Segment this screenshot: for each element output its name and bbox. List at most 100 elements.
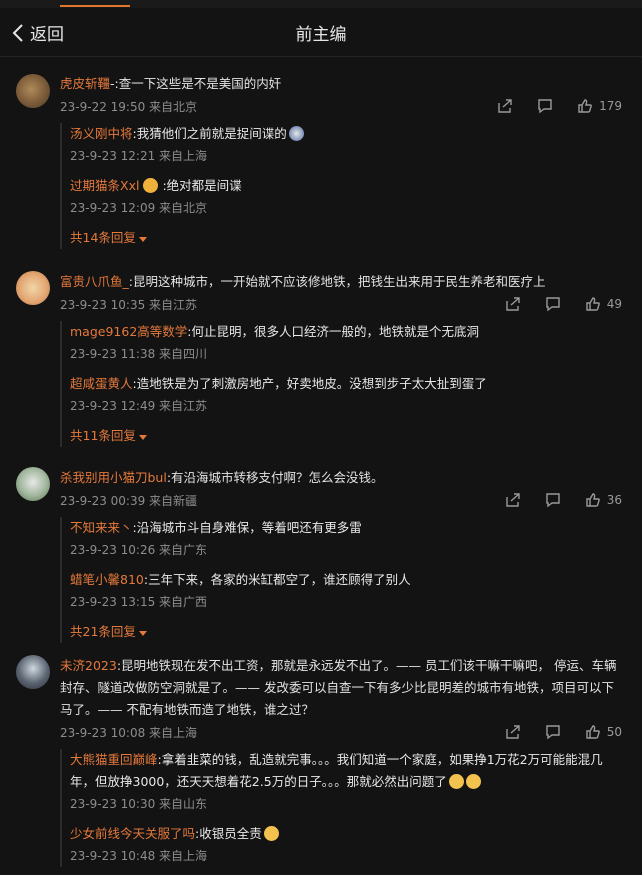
comment-icon: [538, 99, 552, 114]
comment-text: 富贵八爪鱼_:昆明这种城市，一开始就不应该修地铁，把钱生出来用于民生养老和医疗上: [60, 271, 622, 293]
comment-meta: 23-9-22 19:50 来自北京 179: [60, 95, 622, 117]
emoji-icon: [288, 126, 304, 141]
like-count: 49: [606, 297, 622, 311]
like-icon: [586, 725, 600, 739]
cat-emoji-icon: [448, 774, 464, 789]
reply-item: 大熊猫重回巅峰:拿着韭菜的钱，乱造就完事。。。我们知道一个家庭，如果挣1万花2万…: [70, 749, 622, 815]
reply-username[interactable]: 汤义刚中将: [70, 126, 133, 141]
share-button[interactable]: [505, 492, 521, 508]
header-bar: 返回 前主编: [0, 8, 642, 56]
cat-emoji-icon: [465, 774, 481, 789]
more-replies-link[interactable]: 共14条回复: [70, 227, 622, 249]
reply-item: 过期猫条Xxl :绝对都是间谍 23-9-23 12:09 来自北京: [70, 175, 622, 219]
comment-button[interactable]: [545, 296, 561, 312]
share-icon: [506, 493, 520, 507]
avatar[interactable]: [16, 271, 50, 305]
comment-text: 杀我别用小猫刀bul:有沿海城市转移支付啊？怎么会没钱。: [60, 467, 622, 489]
avatar[interactable]: [16, 655, 50, 689]
comment-body: :有沿海城市转移支付啊？怎么会没钱。: [166, 470, 384, 485]
comment-username[interactable]: 杀我别用小猫刀bul: [60, 470, 167, 485]
vip-badge-icon: [143, 178, 159, 193]
comment-feed: 虎皮斩韁-:查一下这些是不是美国的内奸 23-9-22 19:50 来自北京 1…: [0, 57, 642, 875]
comment-button[interactable]: [545, 492, 561, 508]
like-icon: [578, 99, 592, 113]
top-accent-bar: [60, 5, 130, 7]
comment-date: 23-9-23 00:39 来自新疆: [60, 493, 198, 508]
reply-list: 大熊猫重回巅峰:拿着韭菜的钱，乱造就完事。。。我们知道一个家庭，如果挣1万花2万…: [60, 749, 622, 867]
share-icon: [498, 99, 512, 113]
comment-button[interactable]: [537, 98, 553, 114]
chevron-down-icon: [138, 236, 147, 242]
reply-username[interactable]: 超咸蛋黄人: [70, 376, 133, 391]
reply-username[interactable]: mage9162高等数学: [70, 324, 187, 339]
comment-body: -:查一下这些是不是美国的内奸: [110, 76, 282, 91]
reply-list: mage9162高等数学:何止昆明，很多人口经济一般的，地铁就是个无底洞 23-…: [60, 321, 622, 447]
reply-username[interactable]: 不知来来丶: [70, 520, 133, 535]
top-status-strip: [0, 0, 642, 8]
reply-text: :收银员全责: [195, 826, 262, 841]
comment-meta: 23-9-23 10:35 来自江苏 49: [60, 293, 622, 315]
reply-item: 超咸蛋黄人:造地铁是为了刺激房地产，好卖地皮。没想到步子太大扯到蛋了 23-9-…: [70, 373, 622, 417]
comment-icon: [546, 725, 560, 740]
reply-username[interactable]: 大熊猫重回巅峰: [70, 752, 158, 767]
more-replies-label: 共21条回复: [70, 624, 136, 639]
reply-item: 不知来来丶:沿海城市斗自身难保，等着吧还有更多雷 23-9-23 10:26 来…: [70, 517, 622, 561]
reply-list: 不知来来丶:沿海城市斗自身难保，等着吧还有更多雷 23-9-23 10:26 来…: [60, 517, 622, 643]
comment-username[interactable]: 虎皮斩韁: [60, 76, 110, 91]
reply-item: 蜡笔小馨810:三年下来，各家的米缸都空了，谁还顾得了别人 23-9-23 13…: [70, 569, 622, 613]
share-button[interactable]: [505, 296, 521, 312]
like-count: 179: [599, 99, 622, 113]
avatar[interactable]: [16, 74, 50, 108]
reply-meta: 23-9-23 12:09 来自北京: [70, 201, 208, 215]
comment-button[interactable]: [545, 724, 561, 740]
comment-date: 23-9-22 19:50 来自北京: [60, 99, 198, 114]
more-replies-link[interactable]: 共11条回复: [70, 425, 622, 447]
page-title: 前主编: [295, 25, 347, 45]
like-button[interactable]: 50: [585, 724, 622, 740]
reply-username[interactable]: 少女前线今天关服了吗: [70, 826, 195, 841]
reply-text: :我猜他们之前就是捉间谍的: [132, 126, 287, 141]
avatar[interactable]: [16, 467, 50, 501]
cat-emoji-icon: [263, 826, 279, 841]
chevron-down-icon: [138, 630, 147, 636]
reply-username[interactable]: 蜡笔小馨810: [70, 572, 144, 587]
comment-icon: [546, 493, 560, 508]
share-button[interactable]: [497, 98, 513, 114]
share-icon: [506, 725, 520, 739]
comment-username[interactable]: 富贵八爪鱼_: [60, 274, 129, 289]
reply-meta: 23-9-23 10:48 来自上海: [70, 849, 208, 863]
reply-meta: 23-9-23 12:21 来自上海: [70, 149, 208, 163]
reply-meta: 23-9-23 11:38 来自四川: [70, 347, 208, 361]
comment-date: 23-9-23 10:35 来自江苏: [60, 297, 198, 312]
like-button[interactable]: 179: [577, 98, 622, 114]
like-count: 50: [606, 725, 622, 739]
reply-text: :造地铁是为了刺激房地产，好卖地皮。没想到步子太大扯到蛋了: [132, 376, 487, 391]
like-icon: [586, 493, 600, 507]
share-icon: [506, 297, 520, 311]
like-button[interactable]: 49: [585, 296, 622, 312]
share-button[interactable]: [505, 724, 521, 740]
comment-text: 未济2023:昆明地铁现在发不出工资，那就是永远发不出了。—— 员工们该干嘛干嘛…: [60, 655, 622, 721]
more-replies-link[interactable]: 共21条回复: [70, 621, 622, 643]
reply-text: :何止昆明，很多人口经济一般的，地铁就是个无底洞: [187, 324, 479, 339]
comment-username[interactable]: 未济2023: [60, 658, 117, 673]
comment-date: 23-9-23 10:08 来自上海: [60, 725, 198, 740]
comment-item: 富贵八爪鱼_:昆明这种城市，一开始就不应该修地铁，把钱生出来用于民生养老和医疗上…: [0, 263, 642, 453]
like-button[interactable]: 36: [585, 492, 622, 508]
reply-meta: 23-9-23 12:49 来自江苏: [70, 399, 208, 413]
reply-meta: 23-9-23 13:15 来自广西: [70, 595, 208, 609]
reply-text: :绝对都是间谍: [162, 178, 242, 193]
comment-item: 未济2023:昆明地铁现在发不出工资，那就是永远发不出了。—— 员工们该干嘛干嘛…: [0, 643, 642, 867]
comment-item: 杀我别用小猫刀bul:有沿海城市转移支付啊？怎么会没钱。 23-9-23 00:…: [0, 453, 642, 643]
comment-icon: [546, 297, 560, 312]
like-count: 36: [606, 493, 622, 507]
reply-username[interactable]: 过期猫条Xxl: [70, 178, 139, 193]
comment-body: :昆明这种城市，一开始就不应该修地铁，把钱生出来用于民生养老和医疗上: [128, 274, 546, 289]
like-icon: [586, 297, 600, 311]
reply-text: :三年下来，各家的米缸都空了，谁还顾得了别人: [143, 572, 411, 587]
more-replies-label: 共14条回复: [70, 230, 136, 245]
reply-list: 汤义刚中将:我猜他们之前就是捉间谍的 23-9-23 12:21 来自上海 过期…: [60, 123, 622, 249]
reply-meta: 23-9-23 10:26 来自广东: [70, 543, 208, 557]
reply-item: mage9162高等数学:何止昆明，很多人口经济一般的，地铁就是个无底洞 23-…: [70, 321, 622, 365]
reply-item: 汤义刚中将:我猜他们之前就是捉间谍的 23-9-23 12:21 来自上海: [70, 123, 622, 167]
